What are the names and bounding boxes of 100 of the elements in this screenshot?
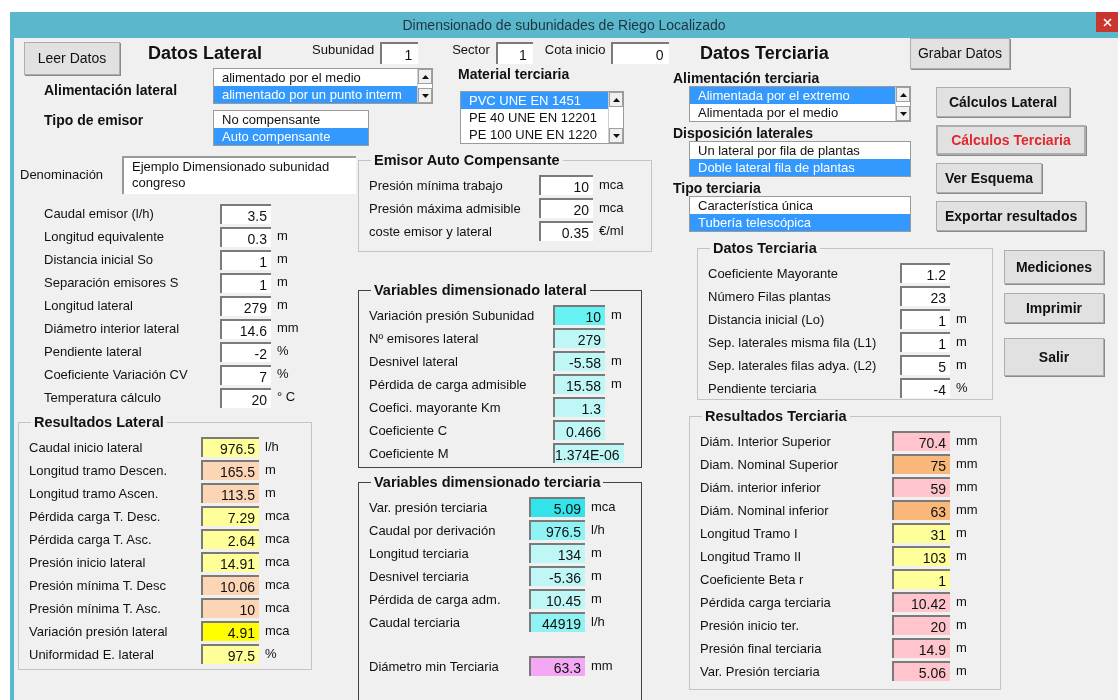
input-field[interactable]: 0.3 [220, 226, 271, 247]
unit-label: m [277, 227, 288, 245]
window-title: Dimensionado de subunidades de Riego Localizado [402, 15, 726, 35]
button[interactable]: Cálculos Lateral [936, 87, 1070, 117]
field-label: Longitud terciaria [369, 544, 470, 563]
button[interactable]: Exportar resultados [936, 201, 1087, 231]
input-field[interactable]: 20 [539, 198, 593, 219]
button[interactable]: Cálculos Terciaria [936, 125, 1086, 155]
input-field[interactable]: 1 [220, 272, 271, 293]
input-field[interactable]: 5 [900, 355, 950, 376]
field-label: Sep. laterales filas adya. (L2) [708, 356, 878, 375]
field-label: Pendiente terciaria [708, 379, 818, 398]
unit-label: m [277, 296, 288, 314]
field-label: Diámetro min Terciaria [369, 657, 500, 676]
input-field[interactable]: 1 [900, 309, 950, 330]
result-field: 2.64 [201, 529, 259, 550]
field-label: Pérdida carga terciaria [700, 593, 832, 612]
button[interactable]: Ver Esquema [936, 163, 1042, 193]
result-field: 165.5 [201, 460, 259, 481]
field-label: Separación emisores S [44, 273, 180, 292]
unit-label: mca [265, 598, 290, 617]
field-label: Longitud Tramo I [700, 524, 799, 543]
input-field[interactable]: 10 [539, 175, 593, 196]
field-label: Sep. laterales misma fila (L1) [708, 333, 878, 352]
scroll-down-button[interactable] [609, 128, 623, 143]
input-field[interactable]: 7 [220, 364, 271, 385]
input-field[interactable]: 0.35 [539, 221, 593, 242]
input-field[interactable]: 1 [220, 249, 271, 270]
unit-label: m [956, 355, 967, 374]
input-field[interactable]: 1 [900, 332, 950, 353]
button[interactable]: Imprimir [1004, 293, 1104, 323]
unit-label: m [611, 351, 622, 370]
field-label: Número Filas plantas [708, 287, 832, 306]
result-field: 976.5 [529, 520, 585, 541]
input-field[interactable]: 20 [220, 387, 271, 408]
section-heading: Datos Terciaria [700, 42, 829, 65]
scroll-up-button[interactable] [896, 87, 910, 102]
result-field: 10.06 [201, 575, 259, 596]
field-label: Desnivel lateral [369, 352, 459, 371]
field-label: Variación presión Subunidad [369, 306, 536, 325]
up-arrow-icon [612, 97, 620, 102]
input-field[interactable]: 3.5 [220, 203, 271, 224]
field-label: Presión inicio lateral [29, 553, 147, 572]
unit-label: % [277, 365, 289, 383]
field-label: Presión mínima T. Desc [29, 576, 168, 595]
down-arrow-icon [899, 111, 907, 116]
result-field: 63.3 [529, 656, 585, 677]
unit-label: m [956, 661, 967, 680]
input-field[interactable]: 1 [495, 42, 533, 64]
result-field: 97.5 [201, 644, 259, 665]
unit-label: mm [956, 500, 978, 519]
result-field: 279 [553, 328, 605, 349]
result-field: 1.374E-06 [553, 443, 624, 464]
unit-label: mca [599, 175, 624, 194]
result-field: 5.09 [529, 497, 585, 518]
field-label: Var. presión terciaria [369, 498, 489, 517]
result-field: 1.3 [553, 397, 605, 418]
field-label: Pérdida de carga admisible [369, 375, 528, 394]
scroll-down-button[interactable] [418, 88, 432, 103]
unit-label: l/h [591, 520, 605, 539]
field-label: Diám. interior inferior [700, 478, 822, 497]
unit-label: l/h [591, 612, 605, 631]
result-field: 4.91 [201, 621, 259, 642]
button[interactable]: Grabar Datos [910, 38, 1010, 69]
field-label: Variación presión lateral [29, 622, 169, 641]
field-label: Uniformidad E. lateral [29, 645, 155, 664]
button[interactable]: Salir [1004, 338, 1104, 376]
button[interactable]: Leer Datos [24, 42, 120, 75]
result-field: 10 [201, 598, 259, 619]
input-field[interactable]: -2 [220, 341, 271, 362]
field-label: Caudal inicio lateral [29, 438, 144, 457]
up-arrow-icon [899, 92, 907, 97]
button[interactable]: Mediciones [1004, 250, 1104, 284]
input-field[interactable]: 1.2 [900, 263, 950, 284]
input-field[interactable]: 0 [611, 42, 670, 64]
unit-label: mm [277, 319, 299, 337]
input-field[interactable]: 14.6 [220, 318, 271, 339]
result-field: 103 [892, 546, 950, 567]
up-arrow-icon [421, 74, 429, 79]
input-field[interactable]: 279 [220, 295, 271, 316]
close-button[interactable] [1096, 12, 1118, 32]
unit-label: m [611, 305, 622, 324]
unit-label: mm [956, 431, 978, 450]
field-label: Nº emisores lateral [369, 329, 480, 348]
result-field: 20 [892, 615, 950, 636]
field-label: Distancia inicial (Lo) [708, 310, 826, 329]
field-label: Caudal terciaria [369, 613, 462, 632]
field-label: Coeficiente M [369, 444, 450, 463]
scroll-up-button[interactable] [418, 69, 432, 84]
unit-label: m [956, 523, 967, 542]
field-label: Coeficiente C [369, 421, 449, 440]
input-field[interactable]: -4 [900, 378, 950, 399]
text-field[interactable]: Ejemplo Dimensionado subunidad congreso [122, 156, 356, 194]
scroll-up-button[interactable] [609, 92, 623, 107]
result-field: 70.4 [892, 431, 950, 452]
scroll-down-button[interactable] [896, 106, 910, 121]
group-title: Emisor Auto Compensante [373, 151, 561, 170]
result-field: 59 [892, 477, 950, 498]
input-field[interactable]: 23 [900, 286, 950, 307]
input-field[interactable]: 1 [380, 42, 419, 64]
